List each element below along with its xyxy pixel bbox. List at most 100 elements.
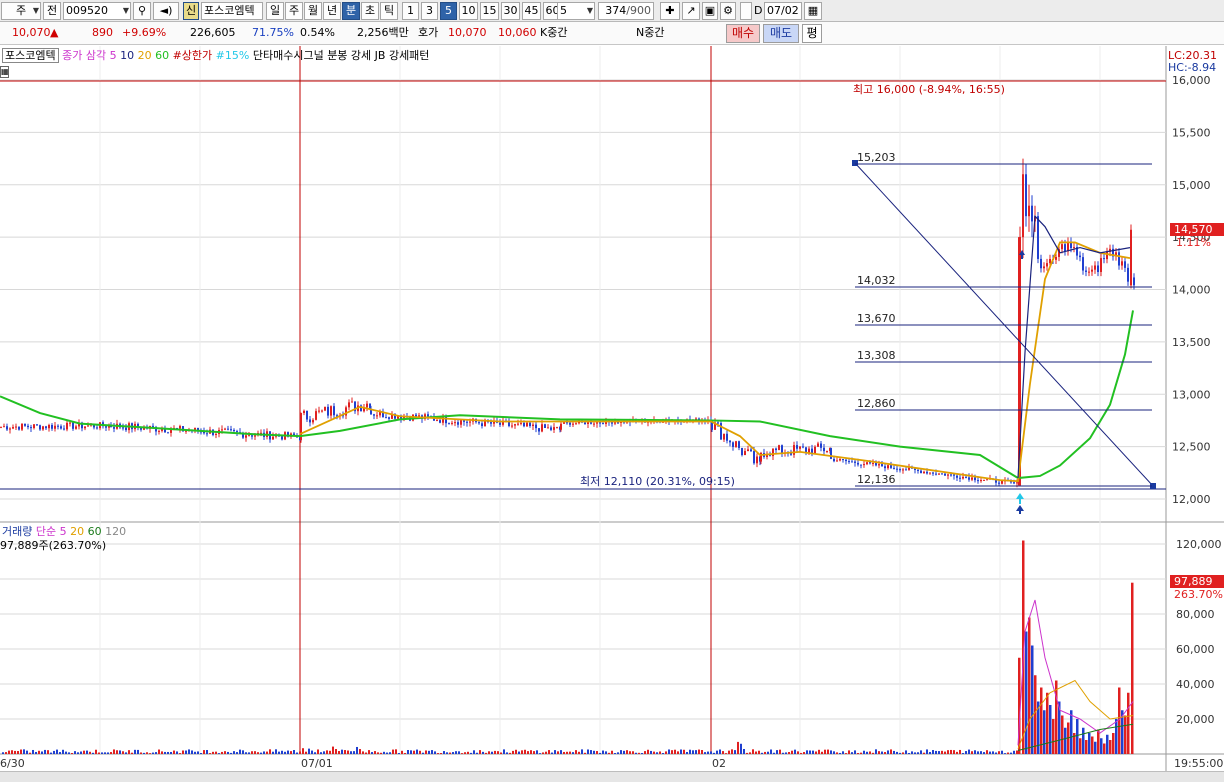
candle-body [956, 475, 958, 478]
volume-bar [440, 753, 442, 754]
candle-body [866, 462, 868, 465]
volume-bar [362, 751, 364, 754]
volume-bar [320, 752, 322, 754]
candle-body [1022, 174, 1024, 238]
volume-bar [950, 749, 952, 754]
volume-bar [71, 752, 73, 754]
candle-body [39, 425, 41, 430]
volume-bar [1010, 752, 1012, 754]
volume-bar [122, 751, 124, 754]
candle-body [584, 422, 586, 425]
volume-bar [791, 750, 793, 754]
candle-body [1073, 247, 1075, 249]
volume-bar [1085, 740, 1088, 754]
volume-bar [221, 751, 223, 754]
price-chart[interactable]: 16,00015,50015,00014,50014,00013,50013,0… [0, 0, 1224, 782]
volume-bar [329, 750, 331, 754]
low-annotation: 최저 12,110 (20.31%, 09:15) [580, 475, 735, 488]
volume-bar [965, 751, 967, 754]
candle-body [929, 472, 931, 474]
volume-bar [770, 749, 772, 754]
volume-bar [1079, 738, 1082, 754]
volume-bar [800, 752, 802, 754]
volume-bar [1124, 715, 1127, 754]
candle-body [826, 450, 828, 452]
volume-bar [557, 751, 559, 754]
volume-bar [404, 752, 406, 754]
candle-body [902, 469, 904, 471]
volume-bar [464, 752, 466, 754]
candle-body [593, 423, 595, 425]
panel-grid-icon[interactable]: ▦ [0, 66, 9, 78]
candle-body [587, 422, 589, 425]
candle-body [848, 461, 850, 463]
candle-body [750, 449, 752, 452]
volume-bar [596, 751, 598, 754]
candle-body [84, 426, 86, 429]
candle-body [602, 423, 604, 425]
volume-bar [479, 750, 481, 754]
volume-bar [20, 749, 22, 754]
volume-bar [968, 749, 970, 754]
volume-bar [80, 751, 82, 754]
candle-body [1121, 261, 1123, 266]
volume-bar [374, 751, 376, 754]
volume-bar [785, 752, 787, 754]
candle-body [1091, 269, 1093, 272]
volume-bar [878, 751, 880, 754]
volume-bar [977, 751, 979, 754]
volume-bar [239, 749, 241, 754]
volume-bar [257, 752, 259, 754]
volume-bar [509, 752, 511, 754]
candle-body [998, 482, 1000, 484]
volume-bar [344, 750, 346, 754]
candle-body [6, 426, 8, 430]
candle-body [977, 480, 979, 482]
volume-bar [161, 751, 163, 754]
candle-body [899, 469, 901, 471]
candle-body [57, 425, 59, 427]
candle-body [152, 425, 154, 427]
volume-bar [389, 752, 391, 754]
volume-bar [869, 751, 871, 754]
volume-bar [722, 751, 724, 754]
candle-body [327, 406, 329, 416]
volume-bar [962, 753, 964, 754]
candle-body [980, 480, 982, 482]
volume-bar [695, 750, 697, 754]
volume-bar [242, 750, 244, 754]
volume-bar [449, 752, 451, 754]
volume-bar [572, 752, 574, 754]
volume-bar [740, 743, 742, 754]
candle-body [27, 425, 29, 428]
volume-legend-ma20: 20 [70, 525, 85, 538]
volume-legend-ma5: 5 [59, 525, 67, 538]
volume-bar [617, 752, 619, 754]
volume-bar [539, 753, 541, 754]
volume-bar [911, 751, 913, 754]
volume-bar [350, 751, 352, 754]
horizontal-scrollbar[interactable] [0, 771, 1224, 782]
candle-body [303, 410, 305, 413]
volume-bar [89, 751, 91, 754]
volume-bar [44, 749, 46, 754]
volume-bar [593, 750, 595, 754]
candle-body [569, 422, 571, 425]
volume-bar [353, 751, 355, 754]
candle-body [113, 427, 115, 429]
volume-bar [332, 746, 334, 754]
volume-bar [269, 749, 271, 754]
volume-bar [881, 751, 883, 754]
candle-body [541, 424, 543, 432]
volume-bar [266, 751, 268, 754]
candle-body [1031, 205, 1033, 222]
volume-bar [1007, 752, 1009, 754]
volume-bar [692, 750, 694, 754]
volume-bar [1025, 631, 1028, 754]
volume-bar [536, 750, 538, 754]
hc-label: HC:-8.94 [1168, 61, 1216, 74]
volume-tick-label: 60,000 [1176, 643, 1215, 656]
volume-bar [980, 751, 982, 754]
volume-bar [149, 753, 151, 754]
volume-bar [218, 753, 220, 754]
